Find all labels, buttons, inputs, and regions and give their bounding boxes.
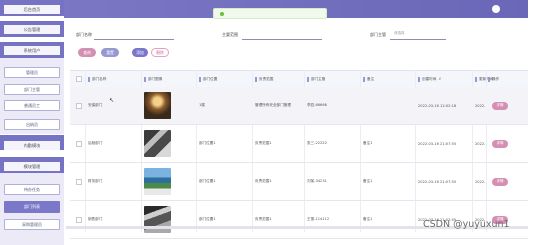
action-cell: 详情 [492, 125, 508, 162]
dept-supervisor-cell: 张三-22222 [307, 141, 327, 145]
watermark: CSDN @yuyuxun1 [423, 219, 510, 230]
sidebar-group-notice: 公告管理 [0, 21, 64, 37]
detail-button[interactable]: 详情 [492, 177, 508, 186]
sidebar-item-todo[interactable]: 待办任务 [4, 184, 60, 195]
row-checkbox[interactable] [76, 87, 82, 124]
supervisor-select[interactable]: 请选择 [394, 31, 405, 36]
dept-note-cell: 备注1 [363, 179, 373, 183]
dept-name-label: 部门名称 [76, 32, 92, 37]
updated-time-cell: 2022-03-16 12:02:18 [475, 103, 485, 108]
column-header: 部门位置 [199, 71, 217, 87]
dept-supervisor-cell: 李四-66666 [307, 103, 327, 107]
sidebar-group-label[interactable]: 模块管理 [4, 162, 60, 171]
mouse-cursor-icon: ↖ [109, 97, 115, 104]
sidebar-group-modules: 模块管理 [0, 157, 64, 173]
dept-scope-cell: 管理所有安全部门管理 [255, 103, 291, 107]
supervisor-select-underline [390, 39, 446, 40]
sidebar-group-label[interactable]: 内勤模块 [4, 141, 60, 150]
sidebar-item-admin[interactable]: 管理员 [4, 67, 60, 78]
select-all-checkbox[interactable] [76, 71, 82, 87]
dept-photo-cell [144, 125, 171, 162]
sidebar-group-home: 后台首页 [0, 0, 64, 16]
duty-label: 主要范围 [222, 32, 238, 37]
row-checkbox[interactable] [76, 163, 82, 200]
column-header: 部门名称 [88, 71, 106, 87]
add-button[interactable]: 添加 [132, 48, 148, 57]
row-checkbox[interactable] [76, 201, 82, 238]
sidebar-group-label[interactable]: 系统用户 [4, 46, 60, 55]
sidebar-item-employee[interactable]: 普通员工 [4, 100, 60, 111]
dept-scope-cell: 负责范围1 [255, 141, 272, 145]
sidebar-group-users: 系统用户 [0, 42, 64, 58]
sidebar-item-purchase[interactable]: 采购管理员 [4, 219, 60, 230]
column-header-sortable[interactable]: 创建时间 ⇵ [418, 71, 441, 87]
column-header: 负责范围 [255, 71, 273, 87]
detail-button[interactable]: 详情 [492, 101, 508, 110]
dept-location-cell: 部门位置1 [199, 217, 216, 221]
updated-time-cell: 2022-03-16 21:07:55 [475, 179, 485, 184]
sidebar-item-cashier[interactable]: 出纳员 [4, 119, 60, 130]
dept-scope-cell: 负责范围1 [255, 179, 272, 183]
dept-photo-cell [144, 201, 171, 238]
sidebar-item-dept-list[interactable]: 部门列表 [4, 201, 60, 213]
sidebar-item-dept-supervisor[interactable]: 部门主管 [4, 84, 60, 95]
dept-supervisor-cell: 刘某-34231 [307, 179, 327, 183]
table-row[interactable]: 安保部门 1楼 管理所有安全部门管理 李四-66666 2022-03-16 1… [70, 87, 528, 125]
dept-location-cell: 部门位置1 [199, 179, 216, 183]
dept-name-cell: 后勤部门 [88, 141, 103, 145]
dept-location-cell: 1楼 [199, 103, 205, 107]
success-icon [220, 11, 224, 16]
action-cell: 详情 [492, 87, 508, 124]
table-header: 部门名称 部门图像 部门位置 负责范围 部门主管 备注 创建时间⇵ 更新时间 操… [70, 70, 528, 88]
search-button[interactable]: 查询 [78, 48, 96, 57]
dept-name-cell: 销售部门 [88, 217, 103, 221]
row-checkbox[interactable] [76, 125, 82, 162]
dept-photo-cell [144, 163, 171, 200]
created-time-cell: 2022-03-16 12:02:18 [418, 103, 457, 108]
page-margin [528, 0, 550, 245]
dept-name-input[interactable] [94, 39, 174, 40]
dept-supervisor-cell: 王丽-114112 [307, 217, 330, 221]
duty-input[interactable] [242, 39, 322, 40]
table-row[interactable]: 后勤部门 部门位置1 负责范围1 张三-22222 备注1 2022-03-16… [70, 125, 528, 163]
dept-note-cell: 备注1 [363, 217, 373, 221]
sidebar: 后台首页 公告管理 系统用户 管理员 部门主管 普通员工 出纳员 内勤模块 模块… [0, 0, 64, 245]
dept-scope-cell: 负责范围1 [255, 217, 272, 221]
dept-name-cell: 财务部门 [88, 179, 103, 183]
detail-button[interactable]: 详情 [492, 139, 508, 148]
table-row[interactable]: 财务部门 部门位置1 负责范围1 刘某-34231 备注1 2022-03-16… [70, 163, 528, 201]
updated-time-cell: 2022-03-16 21:07:55 [475, 141, 485, 146]
sidebar-group-label[interactable]: 公告管理 [4, 25, 60, 34]
supervisor-label: 部门主管 [370, 32, 386, 37]
dept-location-cell: 部门位置1 [199, 141, 216, 145]
success-toast [213, 8, 327, 19]
column-header: 备注 [363, 71, 374, 87]
action-cell: 详情 [492, 163, 508, 200]
dept-name-cell: 安保部门 [88, 103, 103, 107]
column-header: 部门主管 [307, 71, 325, 87]
reset-button[interactable]: 重置 [101, 48, 119, 57]
user-avatar[interactable] [492, 5, 500, 13]
sidebar-group-label[interactable]: 后台首页 [4, 5, 60, 14]
sidebar-group-internal: 内勤模块 [0, 135, 64, 150]
dept-photo-cell [144, 87, 171, 124]
dept-note-cell: 备注1 [363, 141, 373, 145]
column-header: 操作 [488, 71, 499, 87]
dept-photo [144, 92, 171, 119]
column-header: 部门图像 [144, 71, 162, 87]
dept-photo [144, 130, 171, 157]
delete-button[interactable]: 删除 [151, 48, 169, 57]
created-time-cell: 2022-03-16 21:07:55 [418, 141, 457, 146]
dept-photo [144, 168, 171, 195]
created-time-cell: 2022-03-16 21:07:55 [418, 179, 457, 184]
